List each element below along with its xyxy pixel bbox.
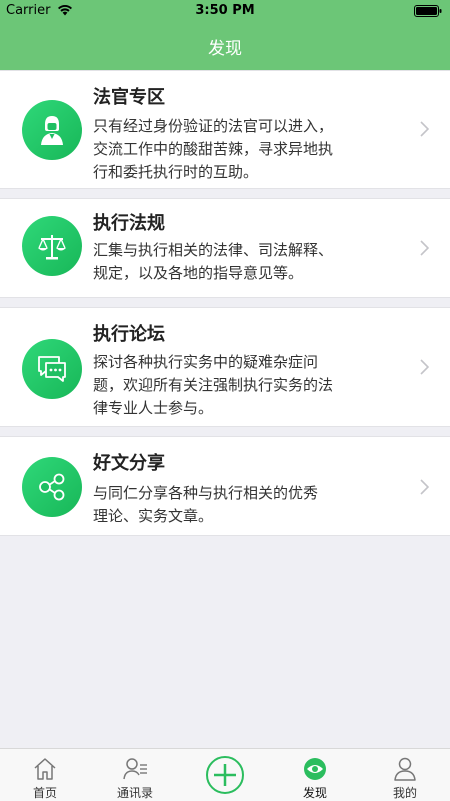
card-forum[interactable]: 执行论坛 探讨各种执行实务中的疑难杂症问 题，欢迎所有关注强制执行实务的法 律专… — [0, 307, 450, 427]
card-description: 与同仁分享各种与执行相关的优秀 理论、实务文章。 — [93, 484, 319, 525]
card-title: 好文分享 — [93, 453, 165, 474]
tab-label: 通讯录 — [116, 786, 153, 800]
home-icon — [34, 758, 56, 780]
battery-icon — [414, 5, 442, 21]
card-description: 只有经过身份验证的法官可以进入， 交流工作中的酸甜苦辣，寻求异地执 行和委托执行… — [93, 117, 334, 181]
page-title: 发现 — [208, 39, 242, 59]
tab-label: 我的 — [392, 786, 417, 800]
card-judge-zone[interactable]: 法官专区 只有经过身份验证的法官可以进入， 交流工作中的酸甜苦辣，寻求异地执 行… — [0, 70, 450, 189]
card-description: 探讨各种执行实务中的疑难杂症问 题，欢迎所有关注强制执行实务的法 律专业人士参与… — [93, 353, 334, 417]
contacts-icon — [123, 758, 147, 780]
judge-icon — [22, 100, 82, 160]
card-article-share[interactable]: 好文分享 与同仁分享各种与执行相关的优秀 理论、实务文章。 — [0, 436, 450, 536]
tab-profile[interactable]: 我的 — [360, 749, 450, 801]
tab-label: 发现 — [302, 786, 327, 800]
nav-header: Carrier 3:50 PM 发现 — [0, 0, 450, 70]
share-icon — [22, 457, 82, 517]
tab-contacts[interactable]: 通讯录 — [90, 749, 180, 801]
chevron-right-icon — [420, 359, 429, 375]
person-icon — [394, 757, 416, 781]
status-bar: Carrier 3:50 PM — [0, 0, 450, 22]
plus-circle-icon — [206, 756, 244, 794]
eye-icon — [304, 758, 326, 780]
card-title: 法官专区 — [93, 87, 165, 108]
tab-add[interactable] — [180, 749, 270, 801]
tab-home[interactable]: 首页 — [0, 749, 90, 801]
card-description: 汇集与执行相关的法律、司法解释、 规定，以及各地的指导意见等。 — [93, 241, 334, 282]
chevron-right-icon — [420, 240, 429, 256]
status-time: 3:50 PM — [195, 3, 255, 18]
tab-discover[interactable]: 发现 — [270, 749, 360, 801]
card-title: 执行法规 — [93, 213, 165, 234]
chat-bubbles-icon — [22, 339, 82, 399]
card-title: 执行论坛 — [93, 324, 165, 345]
chevron-right-icon — [420, 479, 429, 495]
card-regulations[interactable]: 执行法规 汇集与执行相关的法律、司法解释、 规定，以及各地的指导意见等。 — [0, 198, 450, 298]
scales-icon — [22, 216, 82, 276]
chevron-right-icon — [420, 121, 429, 137]
tab-label: 首页 — [32, 786, 57, 800]
tab-bar: 首页 通讯录 发现 我的 — [0, 748, 450, 801]
